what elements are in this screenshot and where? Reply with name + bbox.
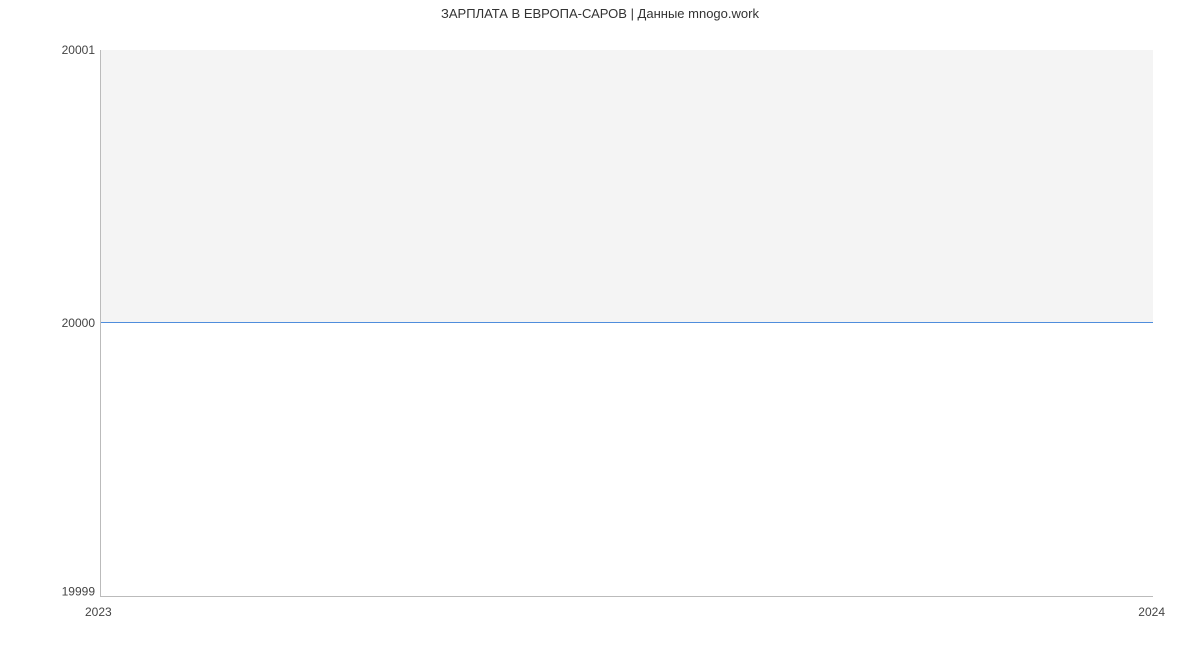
upper-band-shade <box>101 50 1153 323</box>
y-tick-19999: 19999 <box>0 584 95 598</box>
x-tick-2024: 2024 <box>1138 605 1165 619</box>
y-tick-20000: 20000 <box>0 316 95 330</box>
y-tick-20001: 20001 <box>0 43 95 57</box>
x-tick-2023: 2023 <box>85 605 112 619</box>
plot-area <box>100 50 1153 597</box>
chart-title: ЗАРПЛАТА В ЕВРОПА-САРОВ | Данные mnogo.w… <box>0 6 1200 21</box>
series-line <box>101 322 1153 323</box>
salary-chart: ЗАРПЛАТА В ЕВРОПА-САРОВ | Данные mnogo.w… <box>0 0 1200 650</box>
